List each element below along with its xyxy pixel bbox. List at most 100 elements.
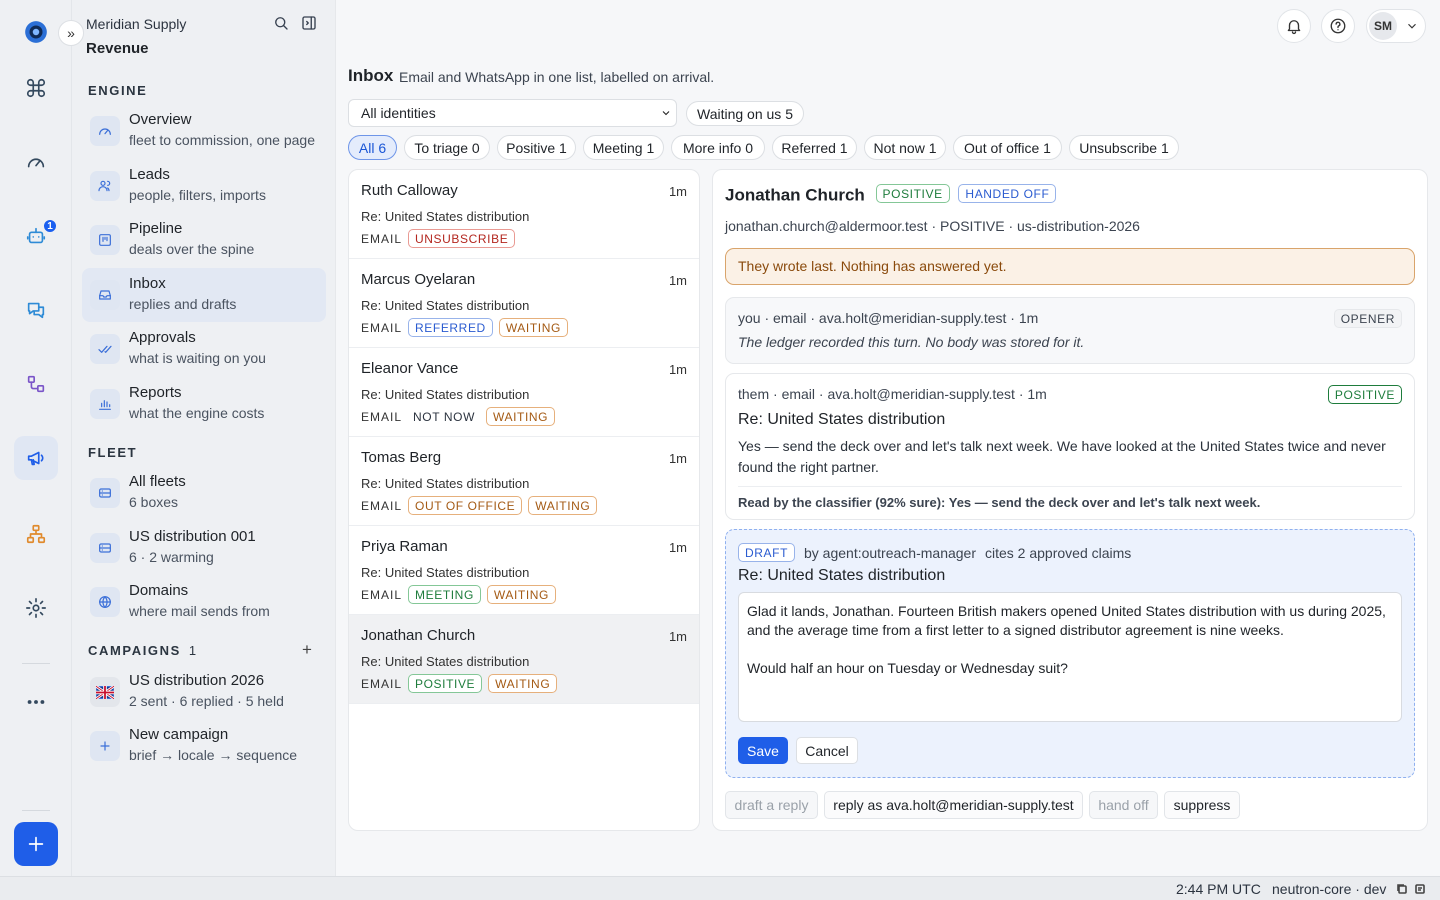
chevron-down-icon — [1405, 19, 1419, 33]
globe-icon — [90, 587, 120, 617]
more-icon[interactable] — [14, 680, 58, 724]
nav-item-title: Inbox — [129, 275, 166, 292]
workspace-name[interactable]: Revenue — [86, 40, 149, 57]
draft-header: DRAFT by agent:outreach-manager cites 2 … — [738, 543, 1131, 562]
sidebar: » Meridian Supply Revenue ENGINE Overvie… — [58, 0, 336, 876]
help-icon[interactable] — [1321, 9, 1355, 43]
nav-item-subtitle: what the engine costs — [129, 405, 265, 421]
status-badge: WAITING — [498, 318, 568, 337]
nav-item-overview[interactable]: Overview fleet to commission, one page — [82, 104, 326, 158]
filter-chip-unsubscribe[interactable]: Unsubscribe 1 — [1069, 135, 1179, 160]
thread-tags: EMAIL UNSUBSCRIBE — [361, 229, 516, 248]
thread-row[interactable]: Priya Raman 1m Re: United States distrib… — [349, 526, 699, 615]
add-campaign-plus-icon[interactable]: + — [302, 640, 312, 660]
nav-item-domains[interactable]: Domains where mail sends from — [82, 575, 326, 629]
megaphone-icon[interactable] — [14, 436, 58, 480]
draft-body-textarea[interactable]: Glad it lands, Jonathan. Fourteen Britis… — [738, 592, 1402, 722]
thread-row[interactable]: Eleanor Vance 1m Re: United States distr… — [349, 348, 699, 437]
draft-a-reply-button[interactable]: draft a reply — [725, 791, 818, 819]
thread-list: Ruth Calloway 1m Re: United States distr… — [348, 169, 700, 831]
agent-bot-icon[interactable]: 1 — [14, 214, 58, 258]
notifications-bell-icon[interactable] — [1277, 9, 1311, 43]
server-box-icon — [90, 533, 120, 563]
command-icon[interactable] — [14, 66, 58, 110]
thread-tags: EMAIL REFERRED WAITING — [361, 318, 568, 337]
nav-item-title: US distribution 2026 — [129, 672, 265, 689]
nav-item-inbox[interactable]: Inbox replies and drafts — [82, 268, 326, 322]
filter-chip-to-triage[interactable]: To triage 0 — [404, 135, 490, 160]
thread-row-selected[interactable]: Jonathan Church 1m Re: United States dis… — [349, 615, 699, 704]
cancel-button[interactable]: Cancel — [796, 737, 858, 764]
org-tree-icon[interactable] — [14, 512, 58, 556]
nav-item-all-fleets[interactable]: All fleets 6 boxes — [82, 466, 326, 520]
thread-subject: Re: United States distribution — [361, 565, 530, 580]
thread-tags: EMAIL NOT NOW WAITING — [361, 407, 556, 426]
status-badge: HANDED OFF — [958, 184, 1057, 203]
thread-name: Priya Raman — [361, 538, 448, 555]
page-subtitle: Email and WhatsApp in one list, labelled… — [399, 69, 715, 85]
create-plus-button[interactable] — [14, 822, 58, 866]
classifier-note: Read by the classifier (92% sure): Yes —… — [738, 486, 1402, 510]
filter-chip-more-info[interactable]: More info 0 — [671, 135, 765, 160]
nav-item-us-distribution-001[interactable]: US distribution 001 6 · 2 warming — [82, 521, 326, 575]
draft-paragraph: Would half an hour on Tuesday or Wednesd… — [747, 660, 1068, 676]
filter-chip-all[interactable]: All 6 — [348, 135, 397, 160]
nav-item-new-campaign[interactable]: New campaign brief → locale → sequence — [82, 719, 326, 773]
conversation-detail: Jonathan Church POSITIVE HANDED OFF jona… — [712, 169, 1428, 831]
app-logo-icon[interactable] — [14, 10, 58, 54]
status-badge: POSITIVE — [875, 184, 950, 203]
filter-chip-positive[interactable]: Positive 1 — [497, 135, 576, 160]
filter-chip-meeting[interactable]: Meeting 1 — [583, 135, 664, 160]
thread-subject: Re: United States distribution — [361, 209, 530, 224]
search-icon[interactable] — [272, 14, 292, 34]
thread-tags: EMAIL POSITIVE WAITING — [361, 674, 558, 693]
reply-as-button[interactable]: reply as ava.holt@meridian-supply.test — [824, 791, 1083, 819]
thread-time: 1m — [668, 540, 687, 555]
draft-badge: DRAFT — [738, 543, 795, 562]
identity-select[interactable]: All identities — [348, 99, 677, 127]
account-menu-button[interactable]: SM — [1366, 9, 1426, 43]
gauge-icon — [90, 116, 120, 146]
thread-name: Jonathan Church — [361, 627, 476, 644]
thread-tags: EMAIL MEETING WAITING — [361, 585, 556, 604]
log-icon[interactable] — [1414, 883, 1426, 895]
nav-item-leads[interactable]: Leads people, filters, imports — [82, 159, 326, 213]
nav-item-subtitle: where mail sends from — [129, 603, 270, 619]
gauge-icon[interactable] — [14, 140, 58, 184]
nav-item-title: Overview — [129, 111, 192, 128]
waiting-on-us-chip[interactable]: Waiting on us 5 — [686, 101, 804, 126]
copy-icon[interactable] — [1396, 883, 1408, 895]
nav-item-us-distribution-2026[interactable]: US distribution 2026 2 sent · 6 replied … — [82, 665, 326, 719]
thread-row[interactable]: Marcus Oyelaran 1m Re: United States dis… — [349, 259, 699, 348]
section-fleet: FLEET — [88, 445, 138, 460]
status-badge: REFERRED — [408, 318, 493, 337]
chat-icon[interactable] — [14, 288, 58, 332]
section-campaigns-label: CAMPAIGNS — [88, 643, 181, 658]
message-reply: them · email · ava.holt@meridian-supply.… — [725, 373, 1415, 520]
status-badge: WAITING — [528, 496, 598, 515]
status-badge: OUT OF OFFICE — [408, 496, 523, 515]
rail-divider — [22, 810, 50, 811]
filter-chip-out-of-office[interactable]: Out of office 1 — [953, 135, 1062, 160]
draft-paragraph: Glad it lands, Jonathan. Fourteen Britis… — [747, 603, 1386, 638]
suppress-button[interactable]: suppress — [1164, 791, 1240, 819]
nav-item-subtitle: replies and drafts — [129, 296, 237, 312]
expand-chevrons-icon[interactable]: » — [58, 20, 84, 46]
status-badge: UNSUBSCRIBE — [408, 229, 516, 248]
nav-item-pipeline[interactable]: Pipeline deals over the spine — [82, 213, 326, 267]
filter-chip-referred[interactable]: Referred 1 — [772, 135, 857, 160]
org-name[interactable]: Meridian Supply — [86, 16, 186, 32]
workflow-icon[interactable] — [14, 362, 58, 406]
nav-item-subtitle: what is waiting on you — [129, 350, 266, 366]
sidebar-panel-icon[interactable] — [300, 14, 320, 34]
nav-item-approvals[interactable]: Approvals what is waiting on you — [82, 322, 326, 376]
channel-label: EMAIL — [361, 498, 403, 513]
thread-row[interactable]: Ruth Calloway 1m Re: United States distr… — [349, 170, 699, 259]
hand-off-button[interactable]: hand off — [1089, 791, 1158, 819]
status-badge: WAITING — [486, 585, 556, 604]
save-button[interactable]: Save — [738, 737, 788, 764]
filter-chip-not-now[interactable]: Not now 1 — [864, 135, 946, 160]
nav-item-reports[interactable]: Reports what the engine costs — [82, 377, 326, 431]
settings-gear-icon[interactable] — [14, 586, 58, 630]
thread-row[interactable]: Tomas Berg 1m Re: United States distribu… — [349, 437, 699, 526]
